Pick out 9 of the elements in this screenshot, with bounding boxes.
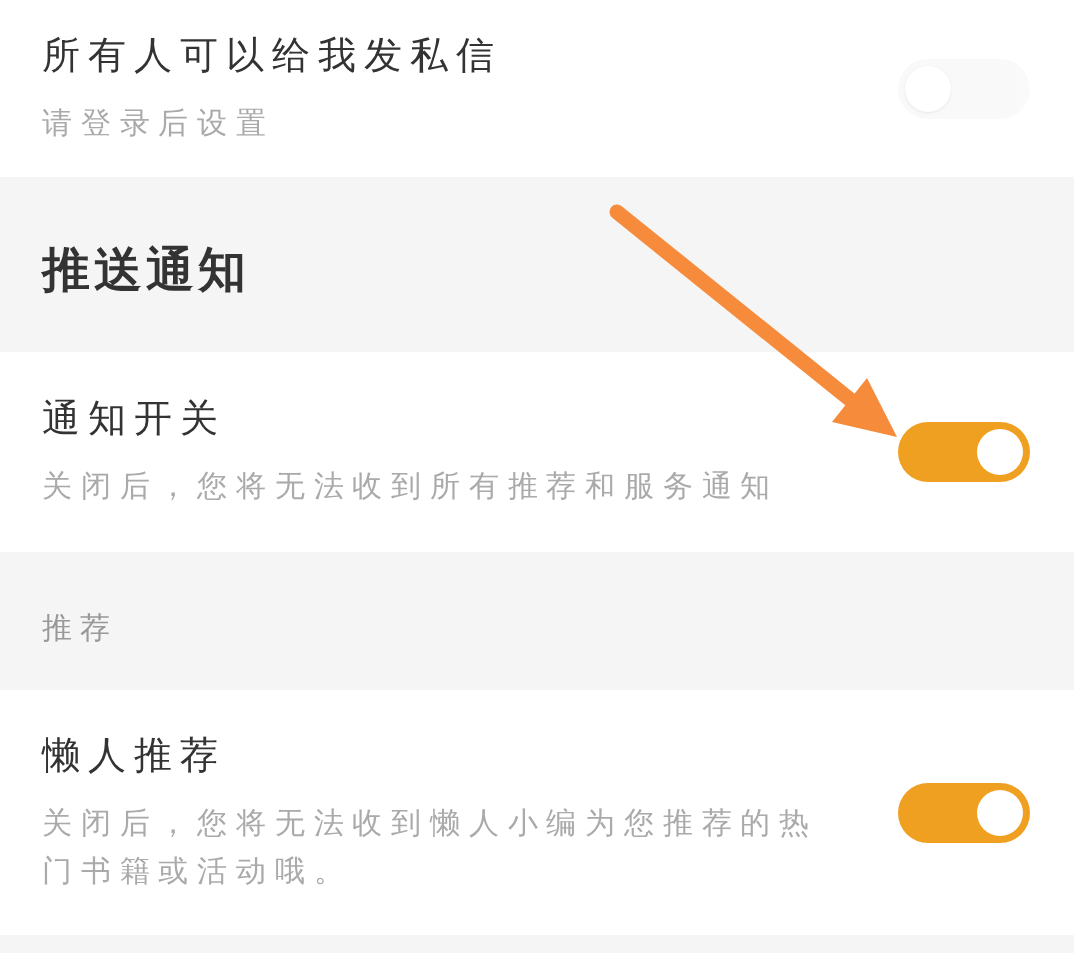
setting-title: 通知开关 — [42, 395, 227, 442]
group-label: 推荐 — [42, 609, 118, 647]
toggle-switch[interactable] — [898, 422, 1030, 482]
setting-title: 所有人可以给我发私信 — [42, 31, 502, 79]
setting-description: 请登录后设置 — [42, 103, 276, 142]
setting-description: 关闭后，您将无法收到所有推荐和服务通知 — [42, 467, 780, 505]
setting-description: 关闭后，您将无法收到懒人小编为您推荐的热门书籍或活动哦。 — [42, 803, 819, 890]
section-heading: 推送通知 — [42, 239, 250, 299]
setting-title: 懒人推荐 — [42, 731, 227, 779]
